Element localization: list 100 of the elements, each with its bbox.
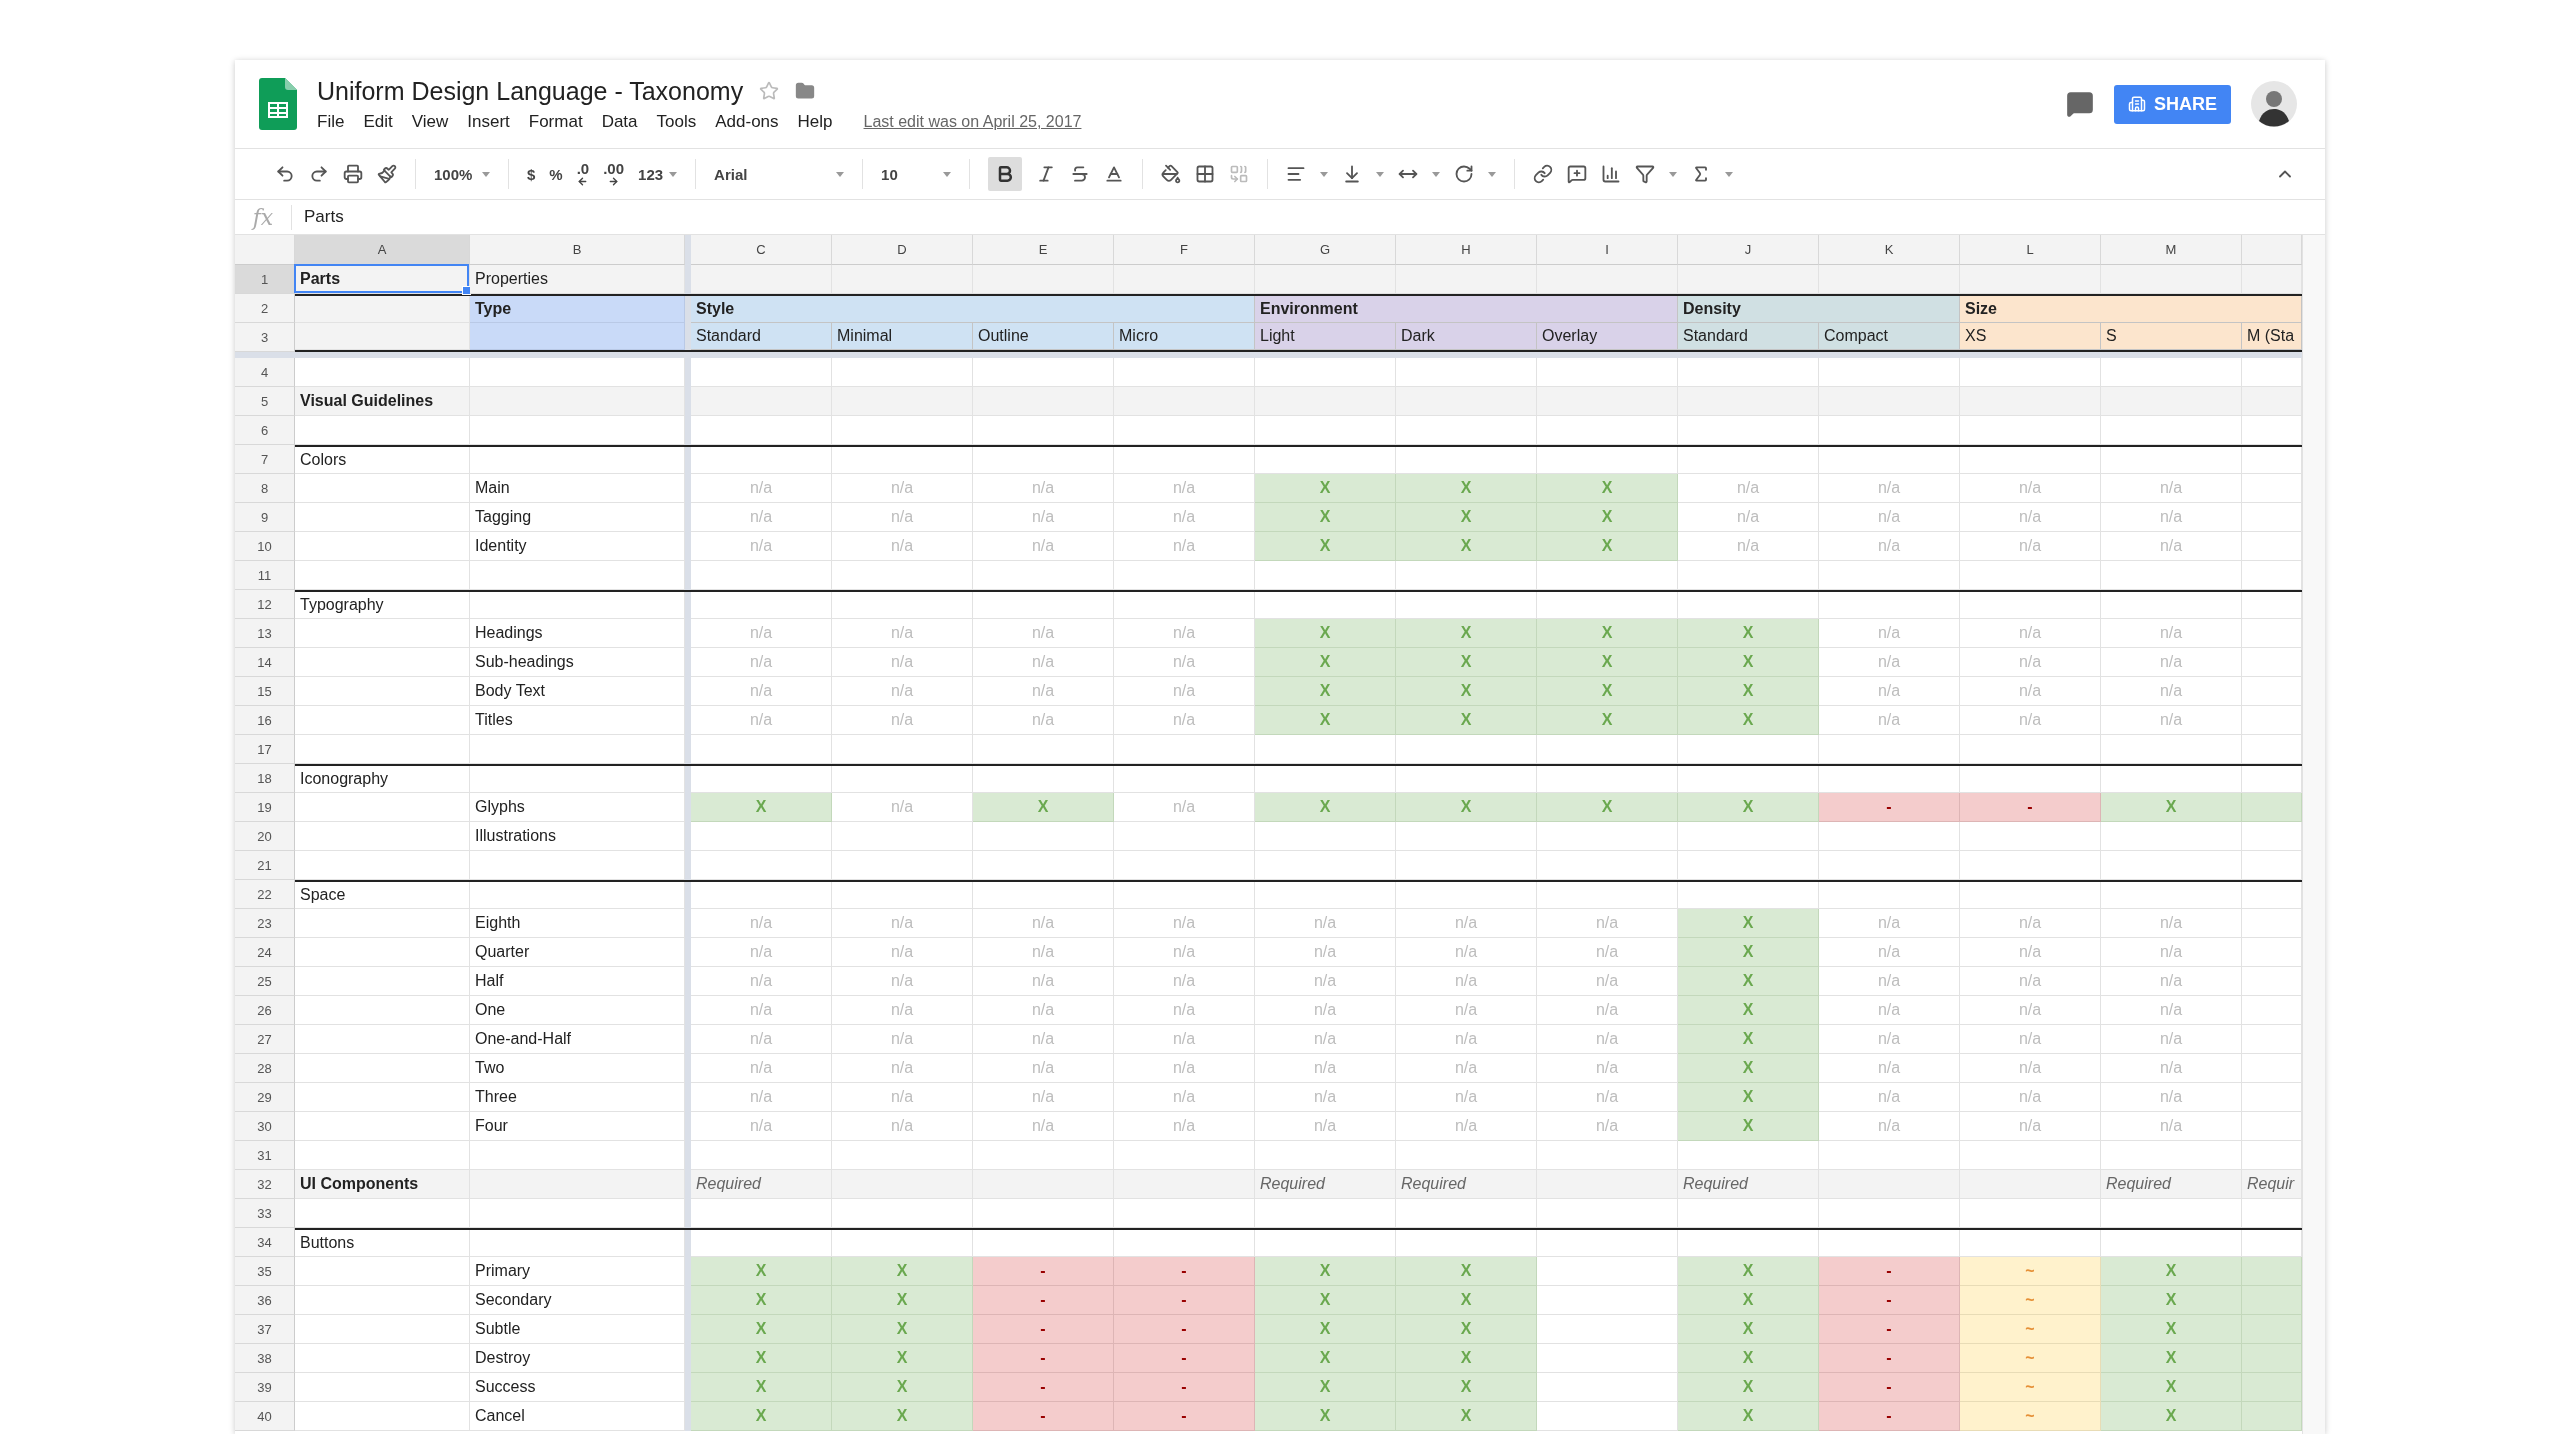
row-header[interactable]: 32 [235,1170,295,1199]
column-header[interactable]: A [295,235,470,265]
menu-item[interactable]: Insert [467,111,510,132]
row-header[interactable]: 33 [235,1199,295,1228]
row-header[interactable]: 12 [235,590,295,619]
comment-icon[interactable] [2066,90,2094,118]
print-icon[interactable] [343,164,363,184]
scrollbar[interactable] [2302,235,2325,1434]
row-header[interactable]: 24 [235,938,295,967]
filter-icon[interactable] [1635,164,1656,184]
row-header[interactable]: 19 [235,793,295,822]
row-header[interactable]: 31 [235,1141,295,1170]
menu-item[interactable]: Data [601,111,638,132]
column-header[interactable]: I [1537,235,1678,265]
row-header[interactable]: 35 [235,1257,295,1286]
row-header[interactable]: 22 [235,880,295,909]
row-header[interactable]: 26 [235,996,295,1025]
row-header[interactable]: 4 [235,358,295,387]
column-header[interactable]: B [470,235,685,265]
column-header[interactable]: C [691,235,832,265]
row-header[interactable]: 36 [235,1286,295,1315]
column-header[interactable]: K [1819,235,1960,265]
increase-decimals-button[interactable]: .00 [603,161,625,187]
currency-format-button[interactable]: $ [527,165,536,183]
add-comment-icon[interactable] [1567,164,1588,184]
row-header[interactable]: 5 [235,387,295,416]
column-header[interactable]: H [1396,235,1537,265]
table-cell [2242,706,2302,735]
row-header[interactable]: 30 [235,1112,295,1141]
row-header[interactable]: 34 [235,1228,295,1257]
table-cell: - [1114,1286,1255,1315]
percent-format-button[interactable]: % [549,165,563,183]
row-header[interactable]: 27 [235,1025,295,1054]
row-header[interactable]: 2 [235,294,295,323]
row-header[interactable]: 21 [235,851,295,880]
row-header[interactable]: 40 [235,1402,295,1431]
row-header[interactable]: 23 [235,909,295,938]
row-header[interactable]: 28 [235,1054,295,1083]
text-color-icon[interactable] [1104,164,1125,184]
star-icon[interactable] [759,81,780,101]
row-header[interactable]: 29 [235,1083,295,1112]
redo-icon[interactable] [309,164,329,184]
menu-item[interactable]: View [411,111,449,132]
column-header[interactable]: D [832,235,973,265]
bold-button[interactable] [988,157,1023,191]
zoom-dropdown[interactable]: 100% [434,165,490,183]
row-header[interactable]: 14 [235,648,295,677]
row-header[interactable]: 37 [235,1315,295,1344]
row-header[interactable]: 17 [235,735,295,764]
text-rotation-icon[interactable] [1454,164,1475,184]
row-header[interactable]: 18 [235,764,295,793]
align-left-icon[interactable] [1286,164,1307,184]
column-header[interactable]: L [1960,235,2101,265]
number-format-dropdown[interactable]: 123 [638,165,678,183]
column-header[interactable]: F [1114,235,1255,265]
row-header[interactable]: 9 [235,503,295,532]
menu-item[interactable]: File [317,111,345,132]
row-header[interactable]: 10 [235,532,295,561]
avatar[interactable] [2251,81,2297,127]
decrease-decimals-button[interactable]: .0 [576,161,590,187]
folder-icon[interactable] [795,81,816,101]
link-icon[interactable] [1533,164,1554,184]
table-cell: Two [470,1054,685,1083]
column-header[interactable]: E [973,235,1114,265]
column-header[interactable]: J [1678,235,1819,265]
row-header[interactable]: 16 [235,706,295,735]
row-header[interactable]: 13 [235,619,295,648]
column-header[interactable]: M [2101,235,2242,265]
row-header[interactable]: 7 [235,445,295,474]
font-size-dropdown[interactable]: 10 [881,165,952,183]
row-header[interactable]: 8 [235,474,295,503]
undo-icon[interactable] [275,164,295,184]
row-header[interactable]: 20 [235,822,295,851]
row-header[interactable]: 11 [235,561,295,590]
row-header[interactable]: 38 [235,1344,295,1373]
row-header[interactable]: 25 [235,967,295,996]
formula-field[interactable]: Parts [292,207,344,227]
merge-cells-icon[interactable] [1229,164,1250,184]
paint-format-icon[interactable] [377,164,397,184]
spreadsheet-logo[interactable] [259,78,297,130]
fill-handle[interactable] [462,286,471,295]
last-edit-link[interactable]: Last edit was on April 25, 2017 [863,112,1082,131]
menu-item[interactable]: Edit [363,111,393,132]
menu-item[interactable]: Tools [656,111,697,132]
menu-item[interactable]: Add-ons [715,111,779,132]
row-header[interactable]: 1 [235,265,295,294]
table-cell: n/a [1396,1025,1537,1054]
row-header[interactable]: 39 [235,1373,295,1402]
row-header[interactable]: 15 [235,677,295,706]
document-title[interactable]: Uniform Design Language - Taxonomy [317,76,744,106]
column-header[interactable]: G [1255,235,1396,265]
row-header[interactable]: 3 [235,323,295,352]
share-button[interactable]: SHARE [2114,84,2231,124]
menu-item[interactable]: Help [797,111,833,132]
fill-color-icon[interactable] [1161,164,1182,184]
menu-item[interactable]: Format [528,111,583,132]
chart-icon[interactable] [1601,164,1622,184]
font-dropdown[interactable]: Arial [714,165,845,183]
row-header[interactable]: 6 [235,416,295,445]
borders-icon[interactable] [1195,164,1216,184]
